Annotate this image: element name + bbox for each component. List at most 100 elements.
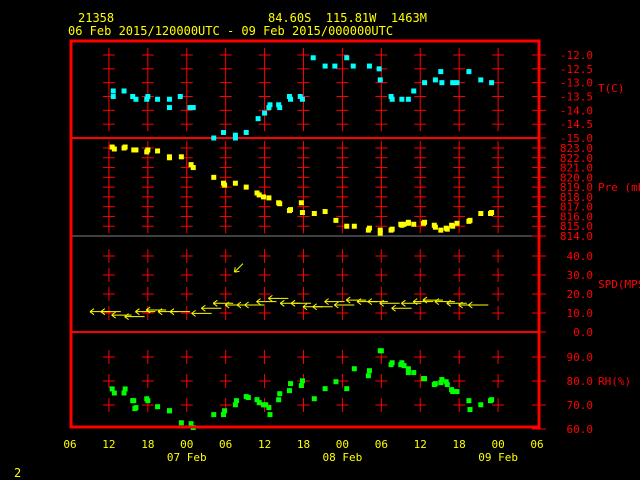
- data-point: [322, 386, 328, 392]
- data-point: [377, 77, 383, 83]
- data-point: [122, 144, 128, 150]
- y-tick-label: 0.0: [573, 326, 593, 339]
- data-point: [444, 382, 450, 388]
- x-tick-label: 18: [141, 438, 154, 451]
- data-point: [288, 381, 294, 387]
- y-tick-label: 60.0: [567, 423, 594, 436]
- data-point: [222, 408, 228, 414]
- y-tick-label: -13.0: [560, 77, 593, 90]
- wind-arrow: [379, 299, 400, 307]
- data-point: [155, 404, 161, 410]
- data-point: [344, 55, 350, 61]
- wind-arrow: [268, 294, 289, 302]
- wind-arrow: [334, 301, 355, 309]
- data-point: [333, 379, 339, 385]
- y-tick-label: 20.0: [567, 288, 594, 301]
- x-tick-label: 06: [375, 438, 388, 451]
- data-point: [438, 69, 444, 75]
- x-date-label: 09 Feb: [478, 451, 518, 464]
- data-point: [211, 174, 217, 180]
- wind-arrow: [468, 301, 489, 309]
- y-tick-label: -12.0: [560, 49, 593, 62]
- data-point: [351, 366, 357, 372]
- panel-label: SPD(MPS): [598, 278, 640, 291]
- data-point: [322, 209, 328, 215]
- data-point: [111, 390, 117, 396]
- wind-arrow: [191, 309, 212, 317]
- data-point: [401, 221, 407, 227]
- x-tick-label: 06: [219, 438, 232, 451]
- data-point: [311, 211, 317, 217]
- data-point: [365, 373, 371, 379]
- data-point: [377, 227, 383, 233]
- data-point: [288, 207, 294, 213]
- data-point: [221, 129, 227, 135]
- data-point: [389, 360, 395, 366]
- data-point: [277, 391, 283, 397]
- data-point: [478, 77, 484, 83]
- x-date-label: 08 Feb: [323, 451, 363, 464]
- data-point: [351, 223, 357, 229]
- data-point: [439, 377, 445, 383]
- data-point: [166, 96, 172, 102]
- data-point: [466, 69, 472, 75]
- x-tick-label: 00: [180, 438, 193, 451]
- data-point: [178, 420, 184, 426]
- data-point: [401, 363, 407, 369]
- data-point: [332, 63, 338, 69]
- data-point: [177, 94, 183, 99]
- data-point: [454, 80, 460, 86]
- wind-arrow: [111, 311, 132, 319]
- x-tick-label: 12: [414, 438, 427, 451]
- data-point: [121, 88, 127, 94]
- wind-arrow: [201, 304, 222, 312]
- data-point: [145, 94, 151, 99]
- data-point: [366, 225, 372, 231]
- data-point: [405, 366, 411, 372]
- wind-arrow: [124, 313, 145, 321]
- data-point: [288, 96, 294, 102]
- data-point: [411, 221, 417, 227]
- data-point: [389, 226, 395, 232]
- data-point: [405, 220, 411, 226]
- wind-arrow: [100, 308, 121, 316]
- meteogram-chart: -12.0-12.5-13.0-13.5-14.0-14.5-15.0T(C)8…: [63, 39, 640, 464]
- data-point: [489, 210, 495, 216]
- data-point: [344, 223, 350, 229]
- data-point: [190, 165, 196, 171]
- data-point: [133, 147, 139, 153]
- data-point: [454, 220, 460, 226]
- data-point: [298, 200, 304, 206]
- x-tick-label: 06: [530, 438, 543, 451]
- data-point: [166, 154, 172, 160]
- data-point: [439, 80, 445, 86]
- x-tick-label: 18: [297, 438, 310, 451]
- data-point: [467, 217, 473, 223]
- data-point: [405, 96, 411, 102]
- data-point: [489, 80, 495, 86]
- data-point: [211, 412, 217, 418]
- data-point: [155, 148, 161, 154]
- x-tick-label: 00: [336, 438, 349, 451]
- data-point: [267, 412, 273, 418]
- data-point: [243, 129, 249, 135]
- data-point: [131, 398, 137, 404]
- y-tick-label: 80.0: [567, 375, 594, 388]
- data-point: [376, 66, 382, 72]
- wind-arrow: [324, 298, 345, 305]
- y-tick-label: 70.0: [567, 399, 594, 412]
- data-point: [122, 386, 128, 392]
- data-point: [344, 386, 350, 392]
- data-point: [232, 180, 238, 186]
- wind-arrow: [290, 299, 312, 307]
- wind-arrow: [422, 296, 443, 304]
- y-tick-label: 814.0: [560, 230, 593, 243]
- data-point: [222, 182, 228, 188]
- data-point: [444, 226, 450, 232]
- data-point: [311, 396, 317, 402]
- data-point: [166, 105, 172, 111]
- data-point: [111, 146, 117, 152]
- data-point: [411, 370, 417, 376]
- panel-label: Pre (mb): [598, 181, 640, 194]
- x-tick-label: 12: [258, 438, 271, 451]
